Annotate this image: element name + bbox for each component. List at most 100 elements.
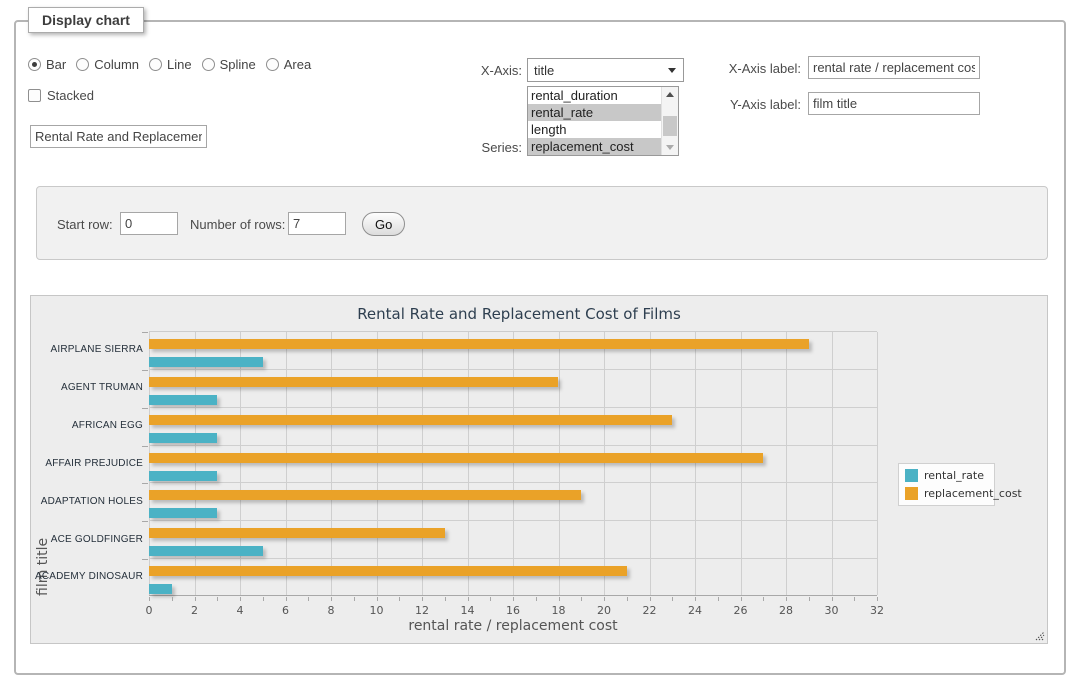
x-tick-mark [650,597,651,601]
x-tick-label: 20 [597,604,611,617]
radio-icon[interactable] [76,58,89,71]
category-label: AFRICAN EGG [31,407,143,445]
bar-replacement_cost [149,528,445,538]
legend-entry-rental_rate: rental_rate [905,469,988,482]
bar-replacement_cost [149,377,558,387]
radio-label: Line [167,57,192,72]
panel-title: Display chart [28,7,144,33]
x-tick-label: 14 [461,604,475,617]
series-option-replacement_cost[interactable]: replacement_cost [528,138,661,155]
series-option-length[interactable]: length [528,121,661,138]
x-tick-mark [581,597,582,601]
x-tick-mark [468,597,469,601]
series-option-rental_duration[interactable]: rental_duration [528,87,661,104]
x-tick-mark [672,597,673,601]
x-tick-mark [809,597,810,601]
chart-type-option-column[interactable]: Column [76,57,139,72]
x-axis-label-field-label: X-Axis label: [700,61,801,76]
number-of-rows-input[interactable] [288,212,346,235]
scrollbar-thumb[interactable] [663,116,677,136]
x-tick-mark [559,597,560,601]
x-tick-mark [217,597,218,601]
x-tick-mark [422,597,423,601]
category-band [149,370,877,408]
chart-title: Rental Rate and Replacement Cost of Film… [31,305,1007,323]
chart-type-option-line[interactable]: Line [149,57,192,72]
x-tick-mark [718,597,719,601]
chart-type-option-area[interactable]: Area [266,57,311,72]
x-tick-mark [854,597,855,601]
bar-replacement_cost [149,415,672,425]
x-tick-label: 4 [237,604,244,617]
row-controls-box [36,186,1048,260]
radio-icon[interactable] [202,58,215,71]
radio-icon[interactable] [149,58,162,71]
radio-icon[interactable] [28,58,41,71]
y-tick-mark [142,332,148,333]
bar-replacement_cost [149,566,627,576]
category-band [149,332,877,370]
category-band [149,446,877,484]
y-tick-mark [142,408,148,409]
series-scrollbar[interactable] [661,87,678,155]
bar-rental_rate [149,584,172,594]
y-axis-label-input[interactable] [808,92,980,115]
x-tick-mark [331,597,332,601]
x-tick-mark [445,597,446,601]
legend-swatch [905,487,918,500]
x-axis-select[interactable]: title [527,58,684,82]
stacked-row[interactable]: Stacked [28,88,94,103]
x-tick-label: 6 [282,604,289,617]
bar-replacement_cost [149,339,809,349]
y-tick-mark [142,483,148,484]
category-label: ADAPTATION HOLES [31,482,143,520]
category-band [149,521,877,559]
scroll-up-icon[interactable] [662,87,678,102]
resize-grip-icon[interactable] [1035,631,1045,641]
bar-rental_rate [149,433,217,443]
bar-rental_rate [149,546,263,556]
x-tick-mark [490,597,491,601]
legend-label: replacement_cost [924,487,1022,500]
y-tick-mark [142,446,148,447]
category-label: AFFAIR PREJUDICE [31,445,143,483]
start-row-label: Start row: [57,217,113,232]
x-tick-label: 28 [779,604,793,617]
x-tick-mark [195,597,196,601]
category-label: AIRPLANE SIERRA [31,331,143,369]
x-tick-mark [786,597,787,601]
series-listbox[interactable]: rental_durationrental_ratelengthreplacem… [527,86,679,156]
x-axis-select-label: X-Axis: [440,63,522,78]
radio-label: Column [94,57,139,72]
category-label: ACADEMY DINOSAUR [31,558,143,596]
x-tick-mark [286,597,287,601]
stacked-checkbox[interactable] [28,89,41,102]
start-row-input[interactable] [120,212,178,235]
x-tick-mark [399,597,400,601]
dropdown-arrow-icon [668,68,676,73]
y-axis-labels: AIRPLANE SIERRAAGENT TRUMANAFRICAN EGGAF… [31,331,143,596]
x-tick-mark [308,597,309,601]
bar-rental_rate [149,357,263,367]
bar-rental_rate [149,471,217,481]
bar-rental_rate [149,508,217,518]
x-tick-label: 22 [643,604,657,617]
scroll-down-icon[interactable] [662,140,678,155]
x-axis-label-input[interactable] [808,56,980,79]
series-options: rental_durationrental_ratelengthreplacem… [528,87,661,155]
chart-type-option-spline[interactable]: Spline [202,57,256,72]
series-select-label: Series: [440,140,522,155]
x-tick-label: 32 [870,604,884,617]
radio-label: Bar [46,57,66,72]
chart-type-option-bar[interactable]: Bar [28,57,66,72]
radio-icon[interactable] [266,58,279,71]
x-tick-label: 2 [191,604,198,617]
chart-title-input[interactable] [30,125,207,148]
x-tick-mark [172,597,173,601]
y-tick-mark [142,559,148,560]
legend-label: rental_rate [924,469,984,482]
go-button[interactable]: Go [362,212,405,236]
radio-label: Area [284,57,311,72]
series-option-rental_rate[interactable]: rental_rate [528,104,661,121]
x-tick-label: 12 [415,604,429,617]
